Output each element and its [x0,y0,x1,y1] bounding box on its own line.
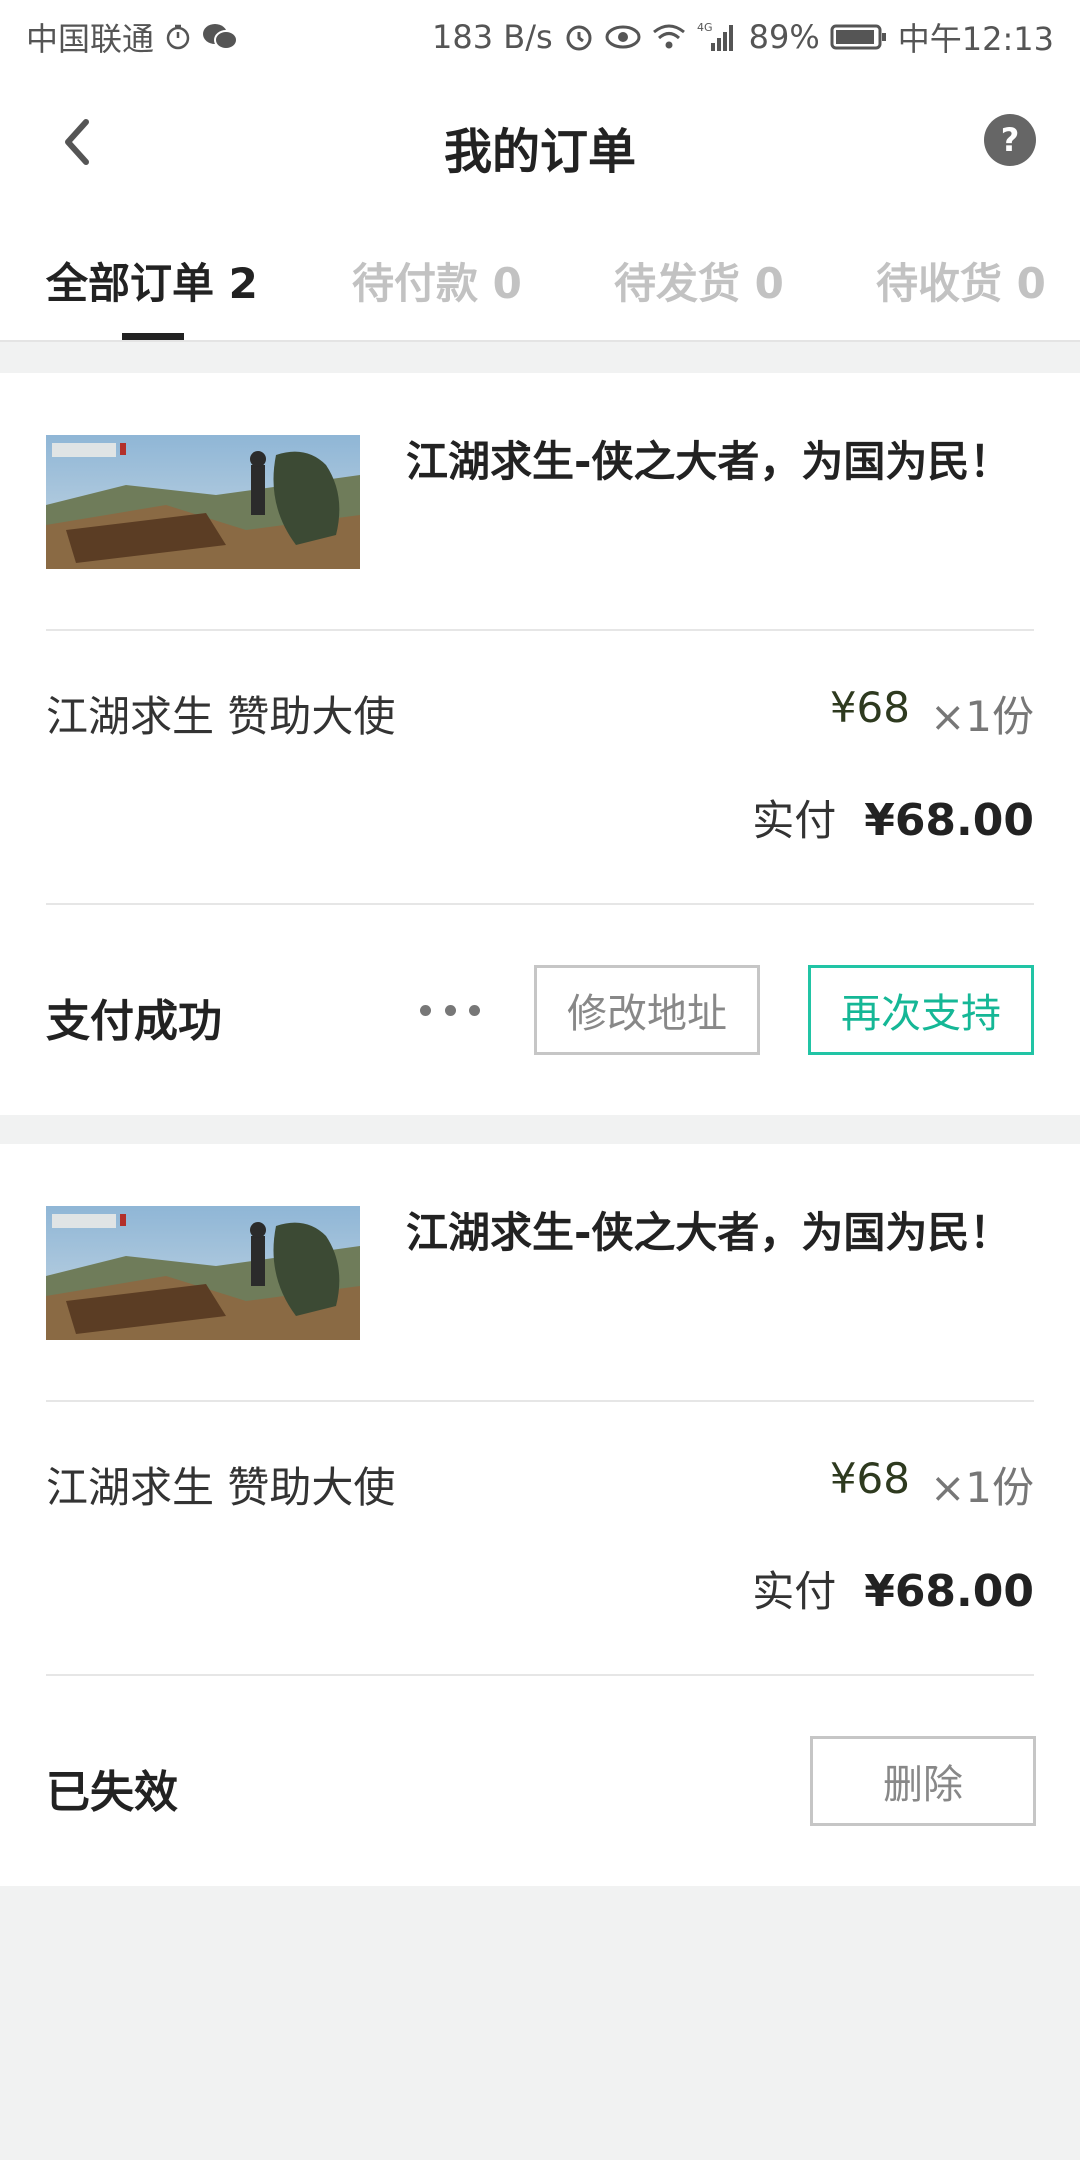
order-card[interactable]: 江湖求生-侠之大者，为国为民！ 江湖求生 赞助大使 ¥68 ×1份 实付 ¥68… [0,373,1080,1115]
paid-amount: ¥68.00 [864,1566,1034,1617]
more-dots-icon [420,1004,431,1016]
product-title[interactable]: 江湖求生-侠之大者，为国为民！ [406,1204,1026,1262]
product-thumbnail[interactable] [46,1206,360,1340]
network-type: 4G [697,21,713,34]
paid-row: 实付 ¥68.00 [752,1558,1034,1619]
divider [46,1400,1034,1402]
battery-icon [830,23,888,51]
tab-pending-payment[interactable]: 待付款 0 [352,250,522,311]
paid-label: 实付 [752,796,837,845]
alarm-icon [563,21,595,53]
item-price: ¥68 [829,683,910,732]
item-quantity: ×1份 [930,692,1034,741]
support-again-button[interactable]: 再次支持 [808,965,1034,1055]
item-name: 江湖求生 赞助大使 [46,1463,396,1512]
tab-all-orders[interactable]: 全部订单 2 [46,250,258,311]
carrier-label: 中国联通 [26,20,155,58]
order-tabs: 全部订单 2 待付款 0 待发货 0 待收货 0 [0,210,1080,342]
more-options-button[interactable] [420,985,480,1035]
active-tab-indicator [122,333,184,340]
question-circle-icon: ? [984,114,1036,166]
divider [46,629,1034,631]
wifi-icon [651,22,687,52]
delete-button[interactable]: 删除 [810,1736,1036,1826]
net-speed: 183 B/s [431,18,553,56]
wechat-icon [202,22,239,52]
paid-amount: ¥68.00 [864,795,1034,846]
product-thumbnail[interactable] [46,435,360,569]
battery-percent: 89% [748,18,820,56]
help-button[interactable]: ? [984,114,1036,166]
signal-icon: 4G [697,21,739,53]
more-dot [444,1004,456,1016]
edit-address-button[interactable]: 修改地址 [534,965,760,1055]
svg-text:?: ? [1001,121,1020,159]
tab-pending-shipment[interactable]: 待发货 0 [614,250,784,311]
page-title: 我的订单 [443,124,636,180]
paid-row: 实付 ¥68.00 [752,787,1034,848]
more-dot [469,1004,480,1016]
item-price: ¥68 [829,1454,910,1503]
product-title[interactable]: 江湖求生-侠之大者，为国为民！ [406,433,1026,491]
clock: 中午12:13 [897,20,1054,58]
item-name: 江湖求生 赞助大使 [46,692,396,741]
paid-label: 实付 [752,1567,837,1616]
app-header: 我的订单 ? [0,74,1080,210]
item-quantity: ×1份 [930,1463,1034,1512]
timer-icon [164,23,192,51]
eye-icon [605,24,641,50]
status-bar: 中国联通 183 B/s 4G 89% 中午12:13 [0,0,1080,74]
order-status: 已失效 [46,1767,178,1818]
order-status: 支付成功 [46,996,222,1047]
divider [46,903,1034,905]
order-card[interactable]: 江湖求生-侠之大者，为国为民！ 江湖求生 赞助大使 ¥68 ×1份 实付 ¥68… [0,1144,1080,1886]
tab-pending-receipt[interactable]: 待收货 0 [876,250,1046,311]
divider [46,1674,1034,1676]
